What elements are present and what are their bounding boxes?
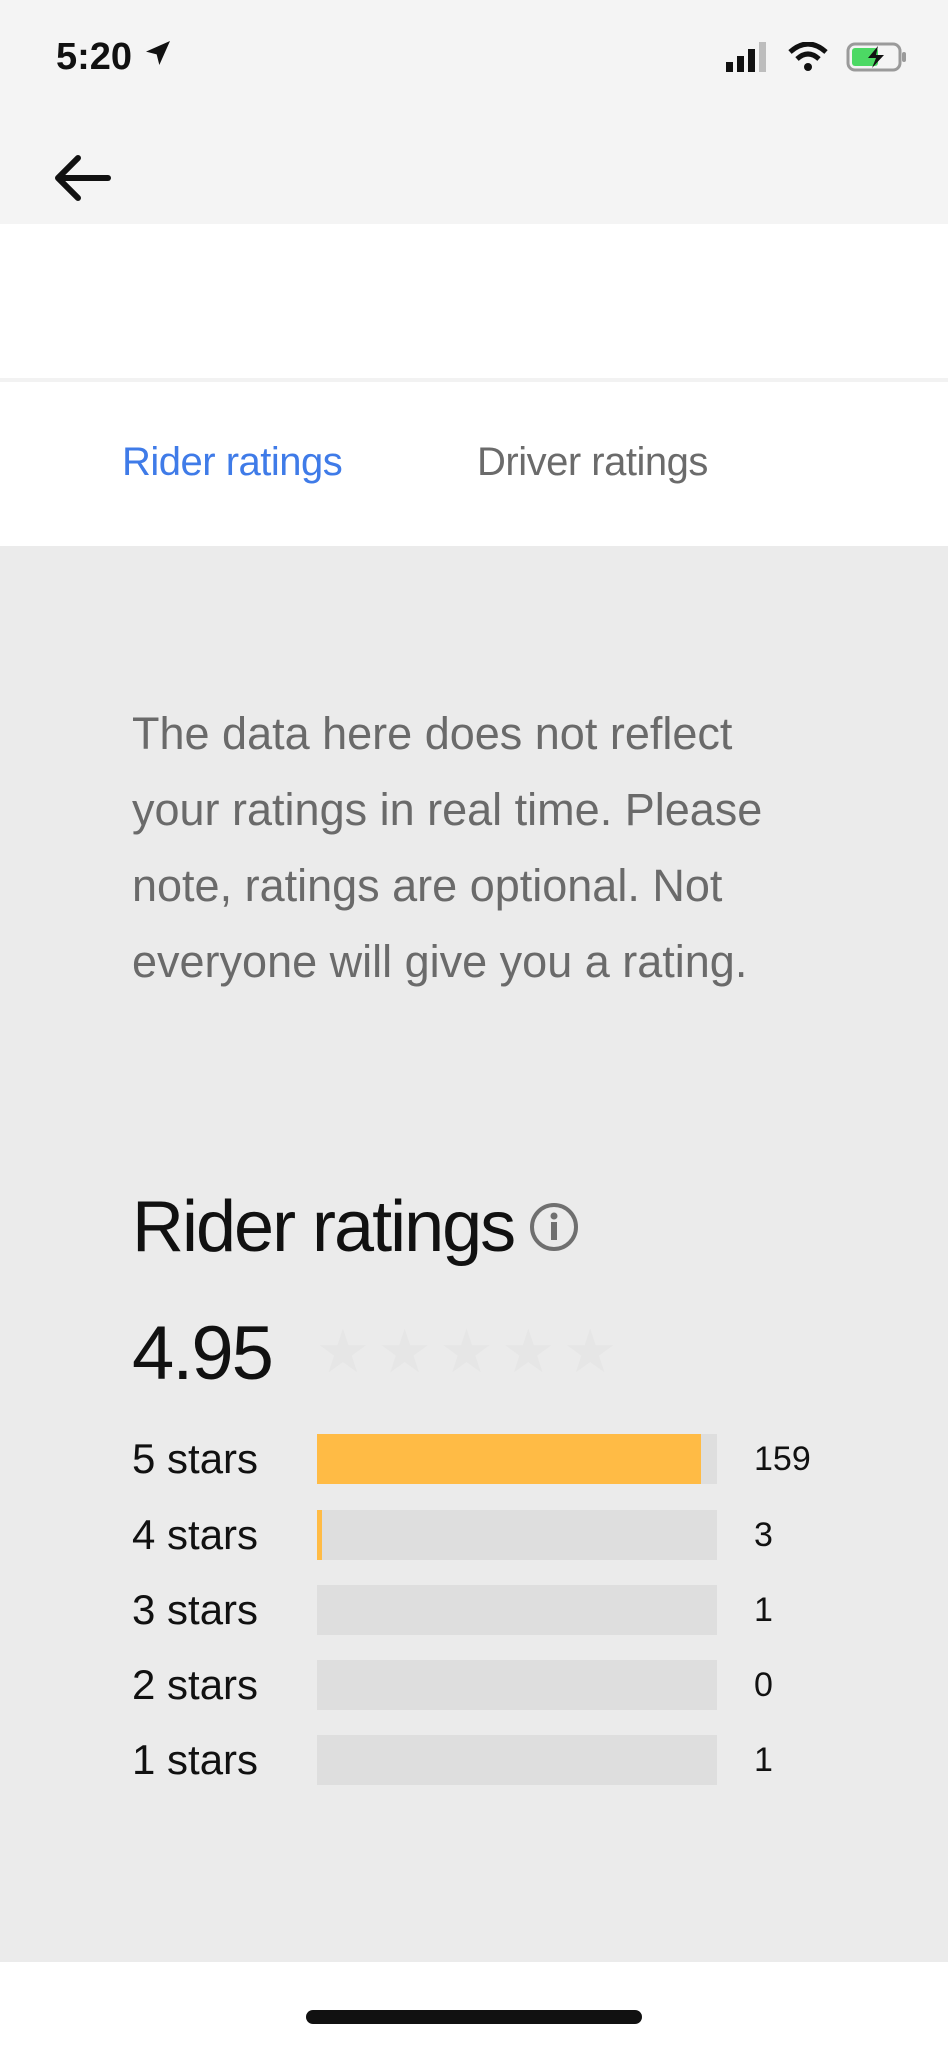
nav-bar: [0, 120, 948, 224]
home-indicator-area: [0, 1962, 948, 2048]
section-title: Rider ratings: [132, 1186, 580, 1268]
rating-row-5: 5 stars 159: [132, 1434, 832, 1484]
ratings-content: The data here does not reflect your rati…: [0, 546, 948, 1962]
rating-bar: [317, 1585, 717, 1635]
rating-row-4: 4 stars 3: [132, 1510, 832, 1560]
disclaimer-text: The data here does not reflect your rati…: [132, 708, 763, 987]
rating-row-1: 1 stars 1: [132, 1735, 832, 1785]
star-icon: ★: [439, 1318, 494, 1385]
rating-row-count: 0: [754, 1666, 773, 1704]
tab-rider-ratings[interactable]: Rider ratings: [122, 440, 343, 485]
rating-bar: [317, 1735, 717, 1785]
rating-row-label: 5 stars: [132, 1435, 259, 1482]
star-rating: ★ ★ ★ ★ ★: [316, 1322, 617, 1382]
back-button[interactable]: [40, 138, 124, 222]
rating-row-count: 1: [754, 1741, 773, 1779]
rating-row-2: 2 stars 0: [132, 1660, 832, 1710]
rating-row-label: 4 stars: [132, 1511, 259, 1558]
status-time: 5:20: [56, 36, 133, 78]
rating-bar-fill: [317, 1510, 322, 1560]
rating-row-count: 3: [754, 1516, 773, 1554]
info-circle-icon[interactable]: [528, 1201, 580, 1253]
rating-row-label: 3 stars: [132, 1586, 259, 1633]
status-time-group: 5:20: [56, 36, 174, 79]
header-blank-section: [0, 224, 948, 378]
average-rating: 4.95: [132, 1311, 274, 1396]
rating-row-label: 1 stars: [132, 1736, 259, 1783]
rating-row-3: 3 stars 1: [132, 1585, 832, 1635]
rider-ratings-heading: Rider ratings: [132, 1187, 516, 1267]
cellular-signal-icon: [726, 42, 770, 77]
star-icon: ★: [316, 1318, 370, 1385]
star-icon: ★: [377, 1318, 432, 1385]
ratings-tabs: Rider ratings Driver ratings: [0, 382, 948, 546]
rating-bar: [317, 1660, 717, 1710]
rating-bar: [317, 1434, 717, 1484]
arrow-left-icon: [52, 153, 112, 208]
home-indicator[interactable]: [306, 2010, 642, 2024]
rating-row-count: 1: [754, 1591, 773, 1629]
status-bar: 5:20: [0, 0, 948, 120]
location-arrow-icon: [142, 36, 174, 79]
tab-driver-ratings[interactable]: Driver ratings: [477, 440, 708, 485]
status-icons: [726, 41, 908, 77]
star-icon: ★: [563, 1318, 617, 1385]
rating-bar: [317, 1510, 717, 1560]
wifi-icon: [788, 41, 828, 77]
star-icon: ★: [501, 1318, 556, 1385]
rating-row-label: 2 stars: [132, 1661, 259, 1708]
rating-row-count: 159: [754, 1440, 811, 1478]
rating-bar-fill: [317, 1434, 701, 1484]
battery-charging-icon: [846, 42, 908, 77]
